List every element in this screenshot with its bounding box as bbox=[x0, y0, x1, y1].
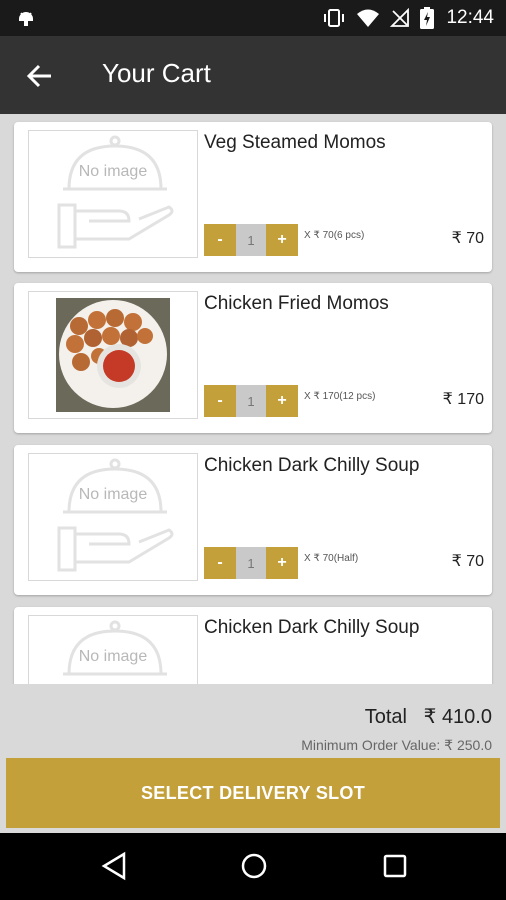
cart-total: Total ₹ 410.0 bbox=[365, 704, 492, 729]
cart-item-card: Chicken Fried Momos - 1 + X ₹ 170(12 pcs… bbox=[14, 283, 492, 433]
item-photo bbox=[28, 291, 198, 419]
quantity-stepper: - 1 + bbox=[204, 224, 298, 256]
decrease-qty-button[interactable]: - bbox=[204, 385, 236, 417]
cloche-hand-icon bbox=[57, 135, 174, 249]
increase-qty-button[interactable]: + bbox=[266, 385, 298, 417]
item-price: ₹ 70 bbox=[451, 230, 484, 247]
vibrate-icon bbox=[324, 9, 345, 27]
select-delivery-slot-button[interactable]: SELECT DELIVERY SLOT bbox=[6, 758, 500, 828]
nav-recents-icon[interactable] bbox=[381, 851, 409, 881]
wifi-icon bbox=[357, 9, 380, 27]
status-bar: 12:44 bbox=[0, 0, 506, 36]
no-image-placeholder: No image bbox=[28, 453, 198, 581]
cart-item-card: No image Chicken Dark Chilly Soup bbox=[14, 607, 492, 684]
total-value: ₹ 410.0 bbox=[423, 706, 492, 728]
page-title: Your Cart bbox=[102, 58, 211, 88]
quantity-stepper: - 1 + bbox=[204, 547, 298, 579]
no-image-label: No image bbox=[78, 163, 148, 180]
qty-value: 1 bbox=[236, 547, 266, 579]
increase-qty-button[interactable]: + bbox=[266, 547, 298, 579]
qty-value: 1 bbox=[236, 385, 266, 417]
item-price: ₹ 170 bbox=[442, 391, 484, 408]
momos-plate-image bbox=[56, 298, 170, 412]
status-time: 12:44 bbox=[446, 7, 494, 28]
item-name: Veg Steamed Momos bbox=[204, 132, 386, 153]
decrease-qty-button[interactable]: - bbox=[204, 547, 236, 579]
min-order-value: Minimum Order Value: ₹ 250.0 bbox=[301, 737, 492, 753]
no-image-placeholder: No image bbox=[28, 615, 198, 684]
no-signal-icon bbox=[390, 8, 410, 27]
back-arrow-icon[interactable] bbox=[26, 62, 54, 90]
unit-price: X ₹ 70(Half) bbox=[304, 553, 359, 564]
cart-list[interactable]: No image Veg Steamed Momos - 1 + X ₹ 70(… bbox=[0, 114, 506, 684]
cart-item-card: No image Veg Steamed Momos - 1 + X ₹ 70(… bbox=[14, 122, 492, 272]
item-name: Chicken Fried Momos bbox=[204, 293, 389, 314]
nav-home-icon[interactable] bbox=[239, 851, 269, 881]
no-image-placeholder: No image bbox=[28, 130, 198, 258]
system-nav-bar bbox=[0, 833, 506, 900]
total-label: Total bbox=[364, 706, 407, 728]
unit-price: X ₹ 70(6 pcs) bbox=[304, 230, 365, 241]
android-debug-icon bbox=[19, 12, 33, 26]
battery-charging-icon bbox=[420, 7, 435, 29]
item-name: Chicken Dark Chilly Soup bbox=[204, 617, 420, 638]
item-name: Chicken Dark Chilly Soup bbox=[204, 455, 420, 476]
no-image-label: No image bbox=[78, 648, 148, 665]
unit-price: X ₹ 170(12 pcs) bbox=[304, 391, 376, 402]
item-price: ₹ 70 bbox=[451, 553, 484, 570]
decrease-qty-button[interactable]: - bbox=[204, 224, 236, 256]
no-image-label: No image bbox=[78, 486, 148, 503]
qty-value: 1 bbox=[236, 224, 266, 256]
cart-item-card: No image Chicken Dark Chilly Soup - 1 + … bbox=[14, 445, 492, 595]
cloche-hand-icon bbox=[57, 458, 174, 572]
app-bar: Your Cart bbox=[0, 36, 506, 114]
increase-qty-button[interactable]: + bbox=[266, 224, 298, 256]
quantity-stepper: - 1 + bbox=[204, 385, 298, 417]
nav-back-icon[interactable] bbox=[100, 851, 128, 881]
